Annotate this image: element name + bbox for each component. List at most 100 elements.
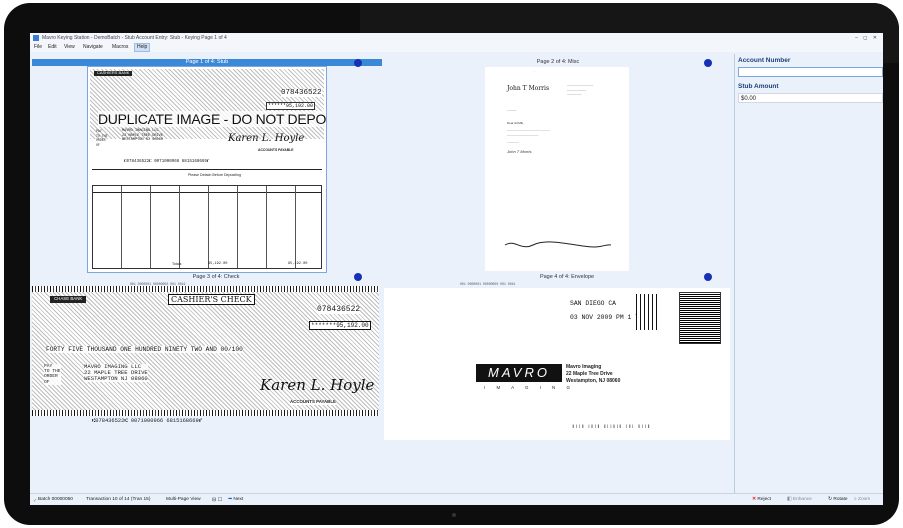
letter-image[interactable]: · · · John T Morris ——————————— ———————— —… bbox=[485, 67, 629, 271]
check-amount: *******95,192.00 bbox=[309, 321, 371, 330]
envelope-image[interactable]: SAN DIEGO CA 03 NOV 2009 PM 1 T MAVRO I … bbox=[384, 288, 730, 440]
enhance-icon: ◧ bbox=[787, 497, 792, 502]
batch-status: ✓Batch 00000050 bbox=[33, 494, 73, 505]
envelope-address-line-2: 22 Maple Tree Drive bbox=[566, 371, 613, 377]
window-controls[interactable]: – ◻ ✕ bbox=[855, 33, 879, 43]
zoom-icon: ⌕ bbox=[854, 497, 857, 502]
check-icon: ✓ bbox=[33, 498, 38, 504]
letter-date: ———— bbox=[507, 109, 517, 112]
check-micr: ⑆078436522⑆ 0071000966 6815168669⑈ bbox=[92, 418, 202, 424]
postmark-cancel-lines bbox=[636, 294, 658, 330]
stub-check-no: 078436522 bbox=[281, 89, 322, 97]
check-payee: MAVRO IMAGING LLC 22 MAPLE TREE DRIVE WE… bbox=[84, 364, 148, 382]
menu-view[interactable]: View bbox=[62, 43, 77, 52]
check-bank: CHASE BANK bbox=[50, 296, 87, 303]
stub-totals-label: Totals bbox=[172, 262, 182, 266]
check-image[interactable]: CHASE BANK CASHIER'S CHECK 078436522 ***… bbox=[32, 286, 379, 416]
enhance-button[interactable]: ◧ Enhance bbox=[787, 494, 812, 505]
account-number-label: Account Number bbox=[738, 57, 791, 64]
menu-file[interactable]: File bbox=[32, 43, 44, 52]
mavro-logo-sub: I M A G I N G bbox=[484, 385, 575, 390]
zoom-button[interactable]: ⌕ Zoom bbox=[854, 494, 870, 505]
stub-signature: Karen L. Hoyle bbox=[228, 133, 305, 144]
stub-amount-label: Stub Amount bbox=[738, 83, 779, 90]
layout-icon[interactable]: ⊟ ☐ bbox=[212, 494, 222, 505]
app-icon bbox=[33, 35, 39, 41]
stub-table bbox=[92, 185, 322, 269]
page-caption-4: Page 4 of 4: Envelope bbox=[539, 274, 595, 280]
postmark-date: 03 NOV 2009 PM 1 T bbox=[570, 314, 640, 321]
reject-button[interactable]: ✕ Reject bbox=[752, 494, 771, 505]
stub-detach: Please Detach Before Depositing bbox=[188, 173, 241, 177]
envelope-top-micr: 001 0000001 00000050 001 0041 bbox=[460, 282, 516, 286]
stub-total-1: 95,192.00 bbox=[208, 262, 228, 266]
next-button[interactable]: ➡ Next bbox=[228, 494, 243, 505]
stub-image[interactable]: CASHIERS BANK 078436522 ******95,192.00 … bbox=[87, 66, 327, 273]
stub-total-2: 95,192.00 bbox=[288, 262, 308, 266]
check-pay-label: PAY TO THE ORDER OF bbox=[44, 364, 61, 385]
letter-name: John T Morris bbox=[507, 85, 550, 92]
check-number: 078436522 bbox=[317, 305, 361, 314]
enhance-label: Enhance bbox=[792, 497, 812, 502]
window-title: Mavro Keying Station - DemoBatch - Stub … bbox=[42, 35, 227, 41]
menu-macros[interactable]: Macros bbox=[110, 43, 130, 52]
letter-header-mark: · · · bbox=[533, 70, 538, 73]
rotate-icon: ↻ bbox=[828, 497, 833, 502]
letter-body: —————————————————— ————————————— bbox=[507, 129, 551, 137]
stub-pay-label: PAY TO THE ORDER OF bbox=[96, 129, 108, 147]
menu-bar: File Edit View Navigate Macros Help bbox=[30, 43, 883, 52]
letter-address: ——————————— ———————— —————— bbox=[567, 84, 594, 96]
letter-closing: ————— bbox=[507, 141, 519, 144]
postage-stamp bbox=[679, 292, 721, 344]
stub-micr: ⑆078436522⑆ 0071000966 6815168669⑈ bbox=[124, 160, 210, 164]
next-label: Next bbox=[233, 497, 244, 502]
stub-payee-line-1: MAVRO IMAGING LLC bbox=[122, 129, 159, 133]
rotate-label: Rotate bbox=[833, 497, 848, 502]
status-bar: ✓Batch 00000050 Transaction 10 of 14 (Tr… bbox=[30, 493, 883, 505]
page-status-dot-1 bbox=[354, 59, 362, 67]
transaction-status: Transaction 10 of 14 (Tran 15) bbox=[86, 497, 151, 502]
letter-salutation: Dear ACME, bbox=[507, 121, 524, 125]
stub-amount-field[interactable]: $0.00 bbox=[738, 93, 883, 103]
batch-text: Batch 00000050 bbox=[38, 497, 73, 502]
envelope-address-line-3: Westampton, NJ 08060 bbox=[566, 378, 621, 384]
page-status-dot-4 bbox=[704, 273, 712, 281]
reject-label: Reject bbox=[757, 497, 771, 502]
stub-payee-line-3: WESTAMPTON NJ 08060 bbox=[122, 138, 163, 142]
stub-divider bbox=[92, 169, 322, 170]
envelope-address-line-1: Mavro Imaging bbox=[566, 364, 602, 370]
postmark-city: SAN DIEGO CA bbox=[570, 300, 617, 307]
page-status-dot-2 bbox=[704, 59, 712, 67]
letter-sign: John T Morris bbox=[507, 149, 532, 154]
page-caption-1: Page 1 of 4: Stub bbox=[32, 59, 382, 66]
camera-dot bbox=[452, 513, 456, 517]
check-written-amount: FORTY FIVE THOUSAND ONE HUNDRED NINETY T… bbox=[46, 346, 243, 353]
check-bottom-border bbox=[32, 410, 379, 416]
menu-edit[interactable]: Edit bbox=[46, 43, 59, 52]
menu-help[interactable]: Help bbox=[134, 43, 151, 52]
stub-signer: ACCOUNTS PAYABLE bbox=[258, 148, 294, 152]
view-mode[interactable]: Multi-Page View bbox=[166, 494, 201, 505]
stub-payee: MAVRO IMAGING LLC 22 MAPLE TREE DRIVE WE… bbox=[122, 129, 163, 143]
check-payee-line-3: WESTAMPTON NJ 08060 bbox=[84, 375, 148, 382]
envelope-address: Mavro Imaging 22 Maple Tree Drive Westam… bbox=[566, 364, 620, 385]
mavro-logo: MAVRO bbox=[476, 364, 562, 382]
rotate-button[interactable]: ↻ Rotate bbox=[828, 494, 848, 505]
stub-amount: ******95,192.00 bbox=[266, 102, 316, 110]
page-caption-3: Page 3 of 4: Check bbox=[192, 274, 240, 280]
stub-bank-tab: CASHIERS BANK bbox=[94, 70, 133, 76]
zoom-label: Zoom bbox=[858, 497, 871, 502]
next-arrow-icon: ➡ bbox=[228, 497, 233, 502]
keying-panel: Account Number Stub Amount $0.00 bbox=[734, 54, 883, 494]
account-number-input[interactable] bbox=[738, 67, 883, 77]
check-signer: ACCOUNTS PAYABLE bbox=[290, 399, 336, 405]
letter-scribble bbox=[504, 241, 612, 248]
page-status-dot-3 bbox=[354, 273, 362, 281]
check-signature: Karen L. Hoyle bbox=[260, 376, 375, 394]
check-type: CASHIER'S CHECK bbox=[168, 294, 255, 305]
page-caption-2: Page 2 of 4: Misc bbox=[536, 59, 580, 65]
envelope-barcode: ǁǀǀǁ ǀǁǀǁ ǁǀǀǁǀǁ ǀǁǀ ǁǀǀǁ bbox=[572, 425, 651, 430]
menu-navigate[interactable]: Navigate bbox=[81, 43, 105, 52]
app-window: Mavro Keying Station - DemoBatch - Stub … bbox=[30, 33, 883, 505]
reject-x-icon: ✕ bbox=[752, 497, 757, 502]
